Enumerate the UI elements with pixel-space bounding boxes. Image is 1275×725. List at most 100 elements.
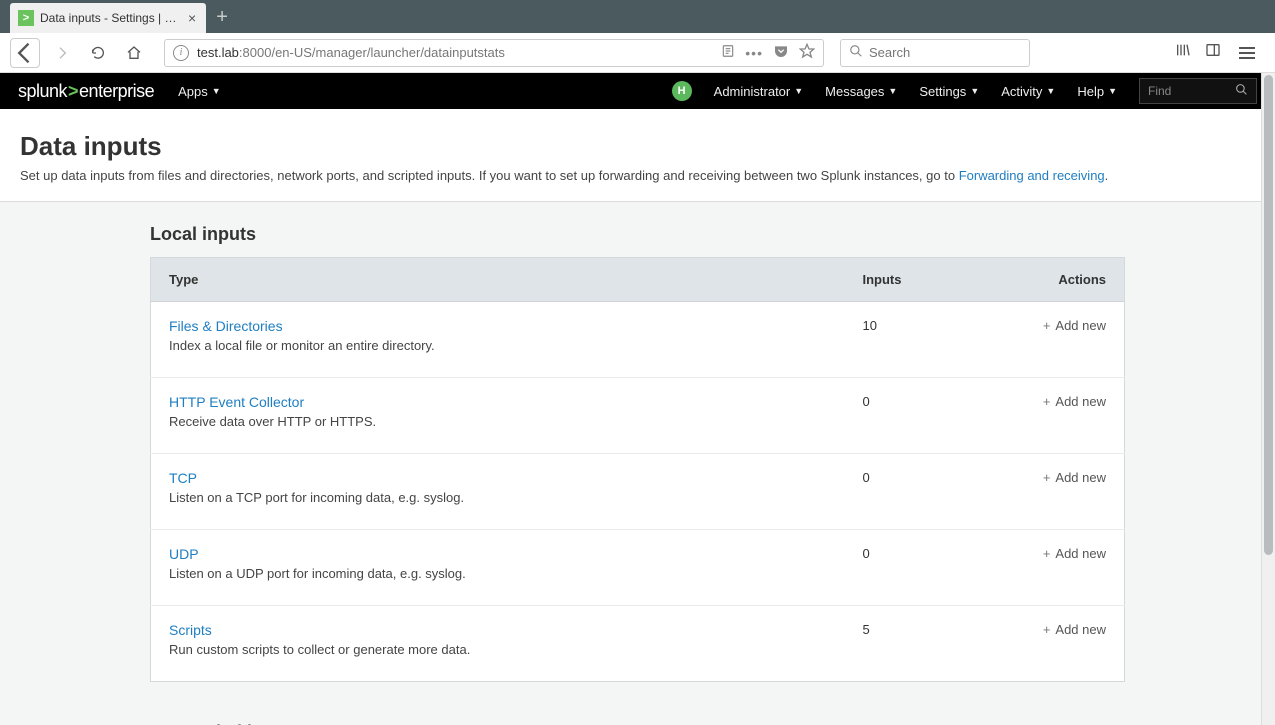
nav-bar: i test.lab:8000/en-US/manager/launcher/d…: [0, 33, 1275, 73]
splunk-nav-bar: splunk>enterprise Apps▼ H Administrator▼…: [0, 73, 1275, 109]
plus-icon: +: [1043, 470, 1051, 485]
add-new-button[interactable]: + Add new: [1043, 546, 1106, 561]
browser-chrome: > Data inputs - Settings | Splun × + i t…: [0, 0, 1275, 73]
tab-title: Data inputs - Settings | Splun: [40, 11, 180, 25]
type-cell: UDP Listen on a UDP port for incoming dat…: [151, 530, 845, 606]
input-type-desc: Receive data over HTTP or HTTPS.: [169, 414, 827, 429]
find-input[interactable]: [1148, 84, 1228, 98]
inputs-count: 5: [845, 606, 960, 682]
administrator-menu[interactable]: Administrator▼: [714, 84, 804, 99]
pocket-icon[interactable]: [773, 43, 789, 62]
local-inputs-heading: Local inputs: [150, 224, 1125, 245]
actions-cell: + Add new: [960, 378, 1125, 454]
viewport: > Data inputs - Settings | Splun × + i t…: [0, 0, 1275, 725]
caret-down-icon: ▼: [1046, 86, 1055, 96]
browser-search-input[interactable]: [869, 45, 1021, 60]
page-header: Data inputs Set up data inputs from file…: [0, 109, 1275, 202]
type-cell: Files & Directories Index a local file or…: [151, 302, 845, 378]
chevron-icon: >: [67, 81, 79, 101]
more-icon[interactable]: •••: [745, 45, 763, 61]
table-row: UDP Listen on a UDP port for incoming dat…: [151, 530, 1125, 606]
bookmark-star-icon[interactable]: [799, 43, 815, 62]
actions-cell: + Add new: [960, 302, 1125, 378]
url-bar[interactable]: i test.lab:8000/en-US/manager/launcher/d…: [164, 39, 824, 67]
avatar[interactable]: H: [672, 81, 692, 101]
col-header-type: Type: [151, 258, 845, 302]
sidebar-icon[interactable]: [1205, 42, 1221, 63]
type-cell: HTTP Event Collector Receive data over HT…: [151, 378, 845, 454]
scrollbar-thumb[interactable]: [1264, 75, 1273, 555]
input-type-link[interactable]: Files & Directories: [169, 318, 283, 334]
browser-search-box[interactable]: [840, 39, 1030, 67]
info-icon[interactable]: i: [173, 45, 189, 61]
favicon-icon: >: [18, 10, 34, 26]
caret-down-icon: ▼: [1108, 86, 1117, 96]
inputs-count: 10: [845, 302, 960, 378]
search-icon[interactable]: [1235, 83, 1248, 99]
table-row: HTTP Event Collector Receive data over HT…: [151, 378, 1125, 454]
back-button[interactable]: [10, 38, 40, 68]
reload-button[interactable]: [84, 39, 112, 67]
forwarding-receiving-link[interactable]: Forwarding and receiving: [959, 168, 1105, 183]
apps-menu[interactable]: Apps▼: [178, 84, 221, 99]
plus-icon: +: [1043, 394, 1051, 409]
table-row: Files & Directories Index a local file or…: [151, 302, 1125, 378]
local-inputs-table: Type Inputs Actions Files & DirectoriesI…: [150, 257, 1125, 682]
plus-icon: +: [1043, 318, 1051, 333]
plus-icon: +: [1043, 622, 1051, 637]
add-new-button[interactable]: + Add new: [1043, 470, 1106, 485]
search-icon: [849, 44, 863, 61]
actions-cell: + Add new: [960, 530, 1125, 606]
caret-down-icon: ▼: [212, 86, 221, 96]
input-type-desc: Run custom scripts to collect or generat…: [169, 642, 827, 657]
add-new-button[interactable]: + Add new: [1043, 622, 1106, 637]
settings-menu[interactable]: Settings▼: [919, 84, 979, 99]
input-type-link[interactable]: HTTP Event Collector: [169, 394, 304, 410]
add-new-button[interactable]: + Add new: [1043, 394, 1106, 409]
splunk-right-menus: H Administrator▼ Messages▼ Settings▼ Act…: [672, 78, 1257, 104]
table-row: Scripts Run custom scripts to collect or …: [151, 606, 1125, 682]
tab-close-icon[interactable]: ×: [186, 10, 198, 26]
type-cell: TCP Listen on a TCP port for incoming dat…: [151, 454, 845, 530]
inputs-count: 0: [845, 454, 960, 530]
forward-button: [48, 39, 76, 67]
actions-cell: + Add new: [960, 606, 1125, 682]
input-type-link[interactable]: UDP: [169, 546, 199, 562]
inputs-count: 0: [845, 378, 960, 454]
table-row: TCP Listen on a TCP port for incoming dat…: [151, 454, 1125, 530]
home-button[interactable]: [120, 39, 148, 67]
page-title: Data inputs: [20, 131, 1255, 162]
new-tab-button[interactable]: +: [206, 2, 238, 33]
tab-bar: > Data inputs - Settings | Splun × +: [0, 0, 1275, 33]
help-menu[interactable]: Help▼: [1077, 84, 1117, 99]
reader-mode-icon[interactable]: [721, 44, 735, 61]
app-area: splunk>enterprise Apps▼ H Administrator▼…: [0, 73, 1275, 725]
page-subtitle: Set up data inputs from files and direct…: [20, 168, 1255, 183]
url-text: test.lab:8000/en-US/manager/launcher/dat…: [197, 45, 505, 60]
url-actions: •••: [721, 43, 815, 62]
col-header-actions: Actions: [960, 258, 1125, 302]
input-type-desc: Index a local file or monitor an entire …: [169, 338, 827, 353]
messages-menu[interactable]: Messages▼: [825, 84, 897, 99]
input-type-desc: Listen on a TCP port for incoming data, …: [169, 490, 827, 505]
input-type-link[interactable]: Scripts: [169, 622, 212, 638]
browser-tab[interactable]: > Data inputs - Settings | Splun ×: [10, 3, 206, 33]
input-type-link[interactable]: TCP: [169, 470, 197, 486]
content-area: Local inputs Type Inputs Actions Files &…: [0, 202, 1275, 725]
caret-down-icon: ▼: [794, 86, 803, 96]
caret-down-icon: ▼: [888, 86, 897, 96]
inputs-count: 0: [845, 530, 960, 606]
splunk-logo[interactable]: splunk>enterprise: [18, 81, 154, 102]
input-type-desc: Listen on a UDP port for incoming data, …: [169, 566, 827, 581]
add-new-button[interactable]: + Add new: [1043, 318, 1106, 333]
menu-icon[interactable]: [1235, 43, 1259, 63]
library-icon[interactable]: [1175, 42, 1191, 63]
plus-icon: +: [1043, 546, 1051, 561]
activity-menu[interactable]: Activity▼: [1001, 84, 1055, 99]
scrollbar[interactable]: [1261, 73, 1275, 725]
type-cell: Scripts Run custom scripts to collect or …: [151, 606, 845, 682]
actions-cell: + Add new: [960, 454, 1125, 530]
find-box[interactable]: [1139, 78, 1257, 104]
caret-down-icon: ▼: [970, 86, 979, 96]
chrome-right-icons: [1175, 42, 1265, 63]
